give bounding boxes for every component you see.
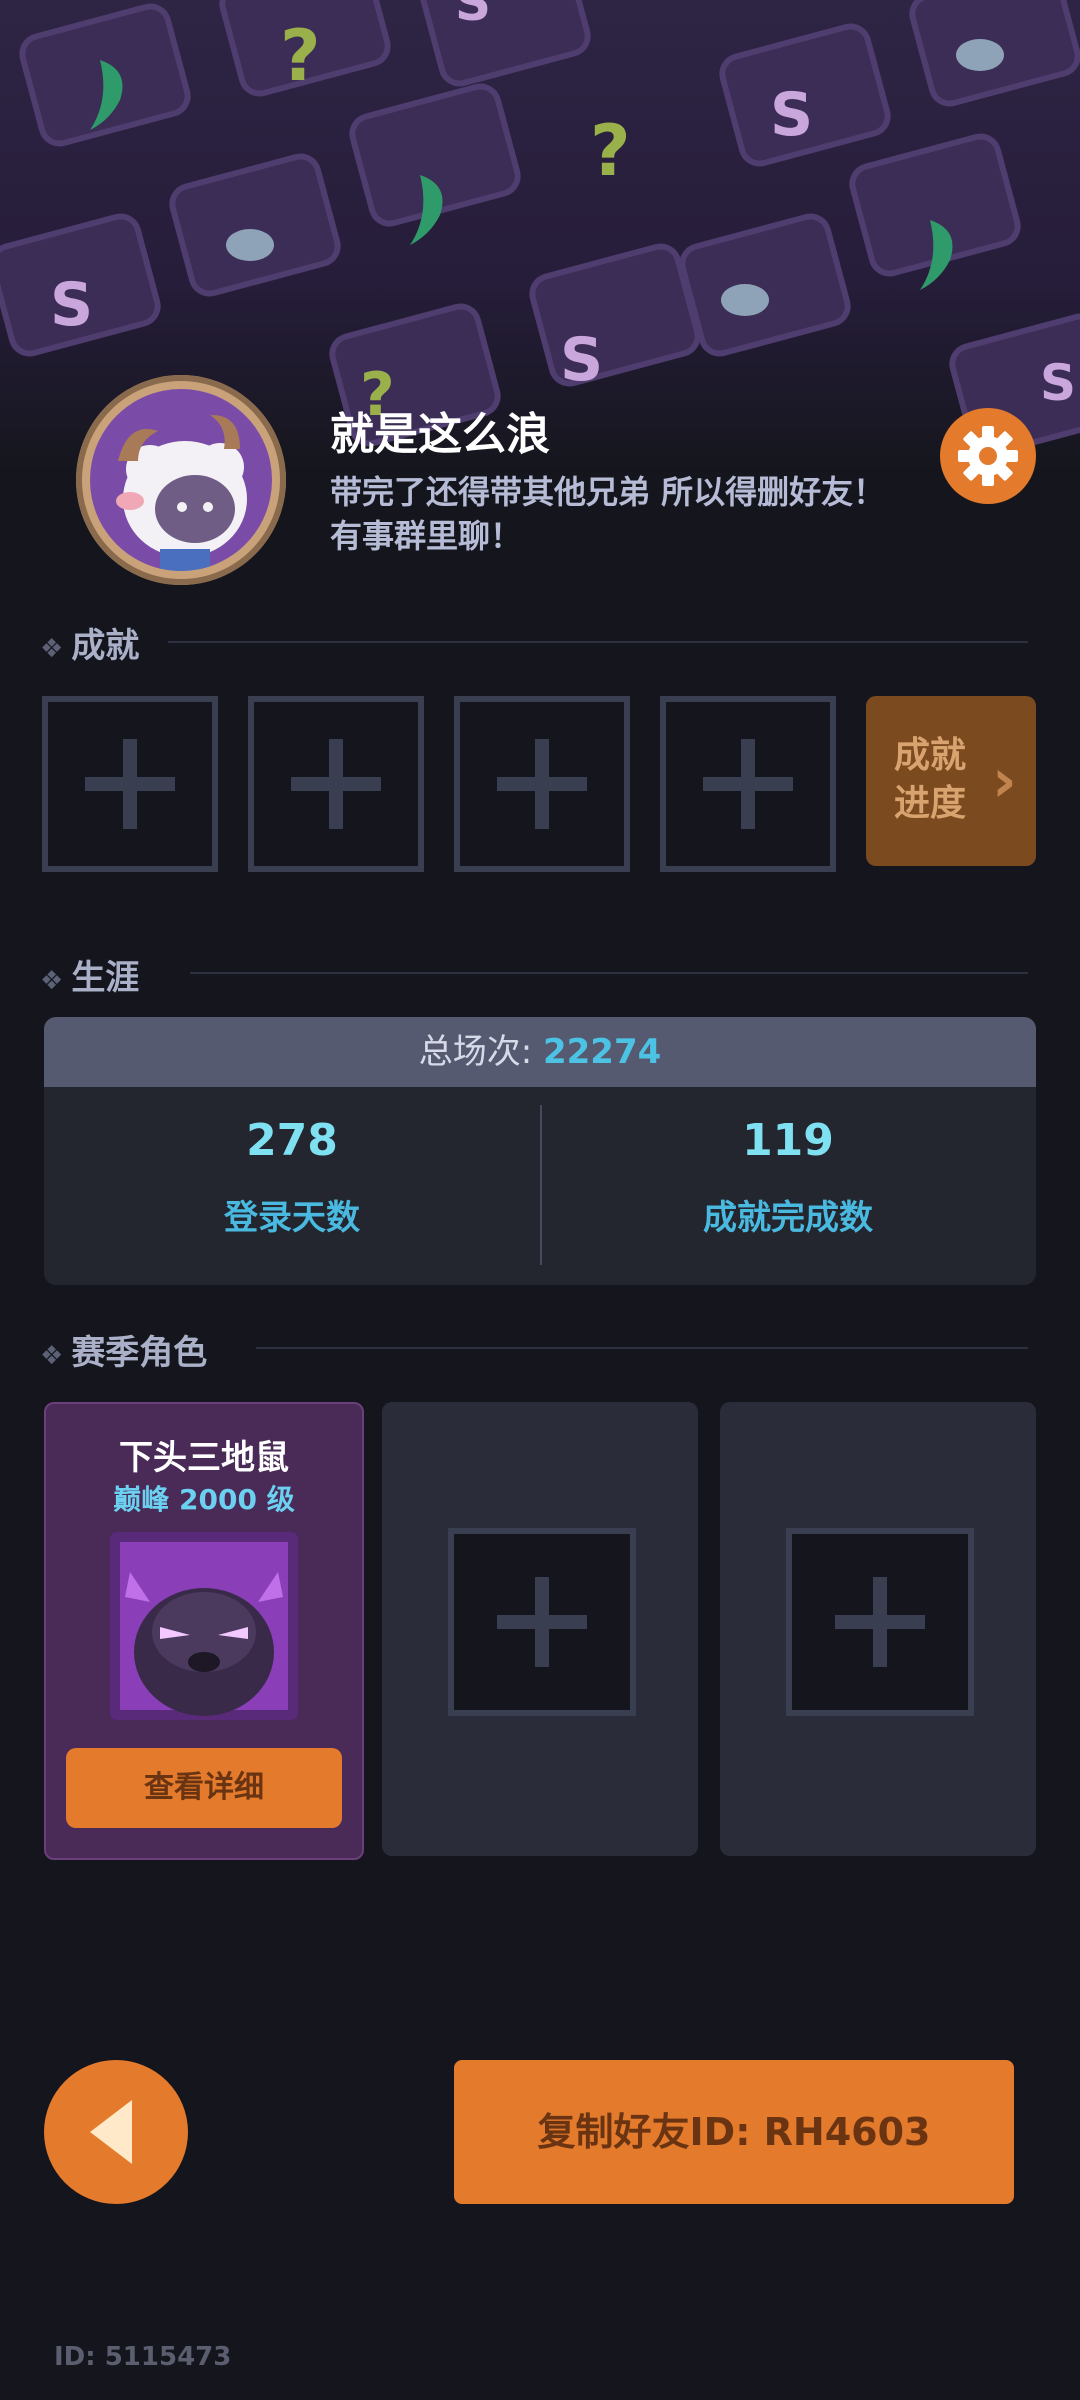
plus-icon — [497, 739, 587, 829]
achievement-slot[interactable] — [42, 696, 218, 872]
stat-achievements-completed: 119 成就完成数 — [540, 1087, 1036, 1285]
total-matches: 总场次: 22274 — [44, 1017, 1036, 1087]
svg-text:S: S — [455, 0, 491, 32]
settings-button[interactable] — [940, 408, 1036, 504]
plus-icon — [85, 739, 175, 829]
svg-text:S: S — [560, 325, 603, 395]
role-portrait — [110, 1532, 298, 1720]
achievement-progress-button[interactable]: 成就进度 › — [866, 696, 1036, 866]
stat-value: 119 — [742, 1115, 834, 1166]
role-card-empty[interactable] — [720, 1402, 1036, 1856]
avatar[interactable] — [76, 375, 286, 585]
section-season-roles: ❖ 赛季角色 — [40, 1325, 207, 1374]
player-name: 就是这么浪 — [330, 409, 550, 460]
avatar-image — [90, 389, 272, 571]
svg-text:S: S — [770, 80, 813, 150]
chevron-right-icon: › — [992, 746, 1017, 816]
achievement-slot[interactable] — [248, 696, 424, 872]
diamond-icon: ❖ — [40, 1341, 64, 1371]
section-career-label: 生涯 — [71, 958, 140, 998]
svg-text:S: S — [50, 270, 93, 340]
achievement-slot[interactable] — [454, 696, 630, 872]
diamond-icon: ❖ — [40, 966, 64, 996]
role-rank: 巅峰 2000 级 — [113, 1483, 295, 1516]
section-season-roles-label: 赛季角色 — [71, 1333, 208, 1373]
role-name: 下头三地鼠 — [119, 1438, 289, 1478]
divider — [190, 972, 1028, 974]
role-card-empty[interactable] — [382, 1402, 698, 1856]
total-matches-label: 总场次: — [418, 1032, 533, 1072]
gear-icon — [958, 426, 1018, 486]
view-details-button[interactable]: 查看详细 — [66, 1748, 342, 1828]
svg-text:S: S — [1040, 354, 1076, 412]
total-matches-value: 22274 — [542, 1032, 662, 1072]
player-signature: 带完了还得带其他兄弟 所以得删好友！有事群里聊！ — [330, 473, 886, 555]
plus-icon — [835, 1577, 925, 1667]
plus-icon — [291, 739, 381, 829]
divider — [168, 641, 1028, 643]
user-id: ID: 5115473 — [54, 2342, 232, 2372]
stat-value: 278 — [246, 1115, 338, 1166]
role-slot — [786, 1528, 974, 1716]
stat-label: 成就完成数 — [703, 1198, 873, 1238]
arrow-left-icon — [90, 2100, 132, 2164]
plus-icon — [497, 1577, 587, 1667]
back-button[interactable] — [44, 2060, 188, 2204]
career-panel: 总场次: 22274 278 登录天数 119 成就完成数 — [44, 1017, 1036, 1285]
section-achievements: ❖ 成就 — [40, 618, 139, 667]
role-slot — [448, 1528, 636, 1716]
copy-friend-id-button[interactable]: 复制好友ID: RH4603 — [454, 2060, 1014, 2204]
section-career: ❖ 生涯 — [40, 950, 139, 999]
stat-label: 登录天数 — [224, 1198, 360, 1238]
svg-text:?: ? — [280, 15, 321, 97]
role-card[interactable]: 下头三地鼠 巅峰 2000 级 查看详细 — [44, 1402, 364, 1860]
section-achievements-label: 成就 — [71, 626, 140, 666]
plus-icon — [703, 739, 793, 829]
svg-text:?: ? — [590, 110, 631, 192]
achievement-slot[interactable] — [660, 696, 836, 872]
divider — [256, 1347, 1028, 1349]
stat-login-days: 278 登录天数 — [44, 1087, 540, 1285]
diamond-icon: ❖ — [40, 634, 64, 664]
achievement-progress-label: 成就进度 — [894, 735, 967, 824]
